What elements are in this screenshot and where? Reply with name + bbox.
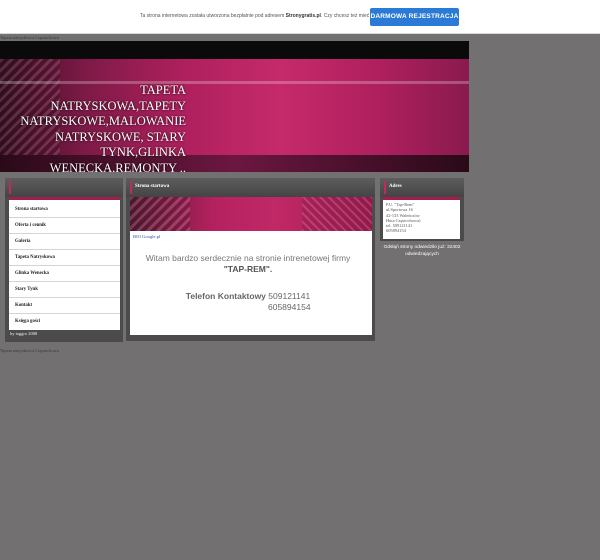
promo-bar: Ta strona internetowa została utworzona … bbox=[0, 0, 600, 34]
phone-number-2: 605894154 bbox=[268, 302, 311, 312]
main-panel-title: Strona startowa bbox=[135, 184, 170, 189]
menu-item-ksiega-gosci[interactable]: Księga gości bbox=[9, 314, 120, 330]
menu-item-tapeta[interactable]: Tapeta Natryskowa bbox=[9, 250, 120, 266]
address-line: 605894154 bbox=[386, 228, 406, 234]
welcome-line-1: Witam bardzo serdecznie na stronie intre… bbox=[145, 253, 351, 263]
promo-text: Ta strona internetowa została utworzona … bbox=[140, 13, 404, 19]
external-link[interactable]: BIO Google.pl bbox=[133, 234, 160, 239]
company-name: "TAP-REM". bbox=[223, 264, 273, 274]
menu-item-galeria[interactable]: Galeria bbox=[9, 234, 120, 250]
welcome-text: Witam bardzo serdecznie na stronie intre… bbox=[130, 253, 366, 275]
promo-brand-link[interactable]: Stronygratis.pl bbox=[286, 13, 321, 19]
panel-marker bbox=[384, 181, 386, 194]
footer-text: Tapeta natryskowa Częstochowa bbox=[0, 348, 59, 353]
left-menu-panel: Strona startowa Oferta i cennik Galeria … bbox=[5, 178, 123, 342]
panel-marker bbox=[9, 181, 11, 194]
phone-number-1: 509121141 bbox=[268, 291, 311, 301]
left-panel-header bbox=[5, 178, 123, 197]
panel-marker bbox=[130, 181, 132, 194]
menu-credit: by taggro 2008 bbox=[10, 331, 38, 336]
site-header: TAPETA NATRYSKOWA,TAPETY NATRYSKOWE,MALO… bbox=[0, 41, 469, 172]
menu-item-kontakt[interactable]: Kontakt bbox=[9, 298, 120, 314]
phone-row: Telefon Kontaktowy 509121141 bbox=[130, 290, 366, 302]
promo-text-pre: Ta strona internetowa została utworzona … bbox=[140, 13, 286, 19]
address-title: Adres bbox=[389, 184, 402, 189]
menu-item-glinka[interactable]: Glinka Wenecka bbox=[9, 266, 120, 282]
main-panel-header: Strona startowa bbox=[126, 178, 375, 197]
main-content-panel: Strona startowa BIO Google.pl Witam bard… bbox=[126, 178, 375, 341]
menu-item-stary-tynk[interactable]: Stary Tynk bbox=[9, 282, 120, 298]
banner-decoration-left bbox=[130, 197, 190, 231]
breadcrumb: Tapeta natryskowa Częstochowa bbox=[0, 35, 59, 40]
banner-decoration-right bbox=[302, 197, 372, 231]
address-panel-header: Adres bbox=[380, 178, 464, 197]
menu-item-oferta[interactable]: Oferta i cennik bbox=[9, 218, 120, 234]
address-panel: Adres P.U. "Tap-Rem" ul.Sportowa 16 42-1… bbox=[380, 178, 464, 241]
address-box: P.U. "Tap-Rem" ul.Sportowa 16 42-133 Wal… bbox=[383, 197, 460, 239]
main-content: BIO Google.pl Witam bardzo serdecznie na… bbox=[130, 197, 372, 335]
content-banner bbox=[130, 197, 372, 231]
menu-item-strona-startowa[interactable]: Strona startowa bbox=[9, 202, 120, 218]
site-title: TAPETA NATRYSKOWA,TAPETY NATRYSKOWE,MALO… bbox=[20, 83, 186, 172]
register-button[interactable]: DARMOWA REJESTRACJA bbox=[370, 8, 459, 26]
phone-label: Telefon Kontaktowy bbox=[185, 291, 266, 301]
menu-list: Strona startowa Oferta i cennik Galeria … bbox=[9, 197, 120, 330]
visit-counter: Odsłąń strony odwiedziło już: 32402 odwi… bbox=[383, 245, 461, 257]
